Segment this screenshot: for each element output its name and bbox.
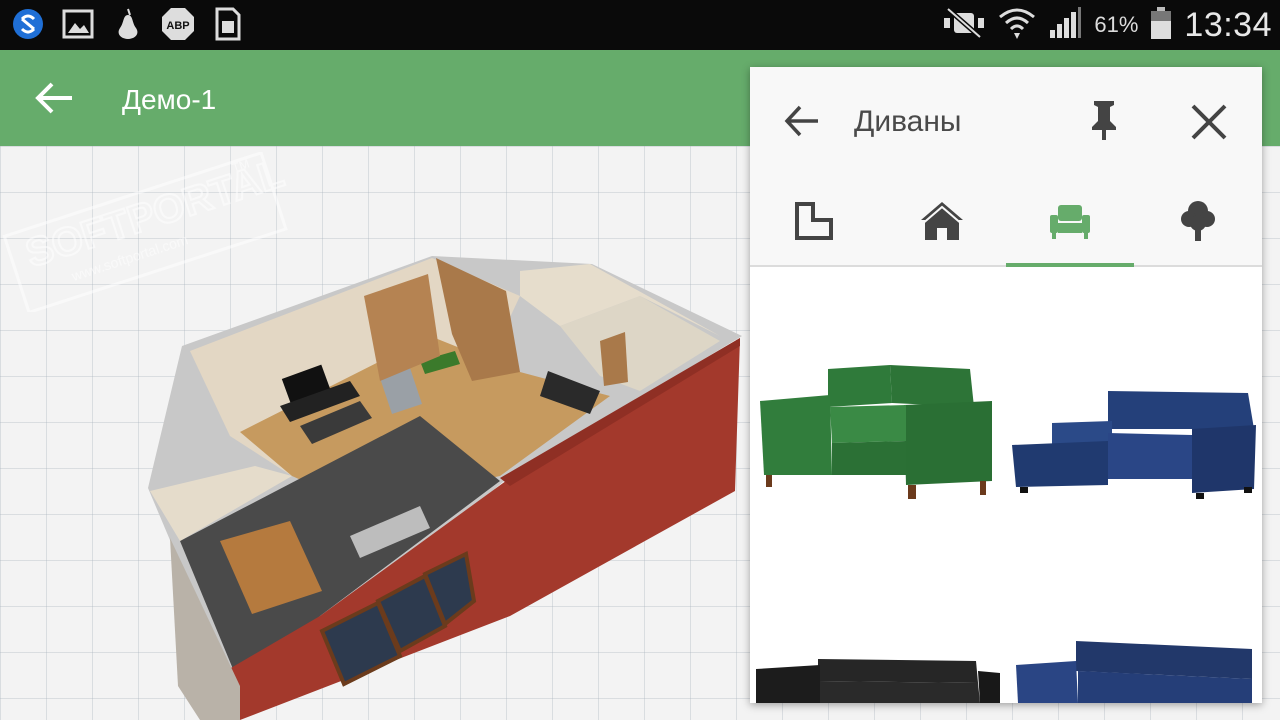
category-title: Диваны [854, 105, 962, 138]
app-screen: ABP 61% 13:34 Демо-1 SOFTPORTAL TM www.s… [0, 0, 1280, 720]
sofa-item-green[interactable] [760, 363, 996, 509]
tab-garden[interactable] [1134, 175, 1262, 267]
sim-icon [210, 6, 246, 42]
pin-icon[interactable] [1088, 99, 1120, 141]
adblock-icon: ABP [160, 6, 196, 42]
wifi-icon [998, 5, 1036, 46]
tab-house[interactable] [878, 175, 1006, 267]
battery-percent: 61% [1094, 12, 1139, 37]
s-app-icon [10, 6, 46, 42]
gallery-icon [60, 6, 96, 42]
arrow-back-icon[interactable] [34, 80, 74, 116]
tree-icon [1181, 201, 1215, 241]
softportal-watermark: SOFTPORTAL TM www.softportal.com [2, 152, 290, 312]
category-tabs [750, 175, 1262, 267]
project-title: Демо-1 [122, 84, 217, 115]
tab-furniture[interactable] [1006, 175, 1134, 267]
tab-rooms[interactable] [750, 175, 878, 267]
sofa-item-blue-corner[interactable] [1012, 389, 1256, 499]
sofa-catalog-grid [750, 267, 1262, 703]
close-icon[interactable] [1190, 103, 1228, 141]
status-bar: ABP 61% 13:34 [0, 0, 1280, 50]
sofa-item-black-leather[interactable] [756, 655, 1000, 703]
battery-icon [1150, 6, 1172, 45]
panel-header: Диваны [750, 67, 1262, 175]
catalog-panel: Диваны [750, 67, 1262, 703]
room-outline-icon [795, 202, 833, 240]
pear-icon [110, 6, 146, 42]
clock: 13:34 [1184, 5, 1272, 44]
house-icon [920, 202, 964, 240]
signal-icon [1048, 6, 1082, 45]
mute-icon [942, 6, 986, 44]
arrow-back-icon[interactable] [784, 103, 820, 139]
sofa-item-navy[interactable] [1016, 639, 1256, 703]
svg-text:ABP: ABP [166, 20, 189, 32]
armchair-icon [1050, 205, 1090, 239]
